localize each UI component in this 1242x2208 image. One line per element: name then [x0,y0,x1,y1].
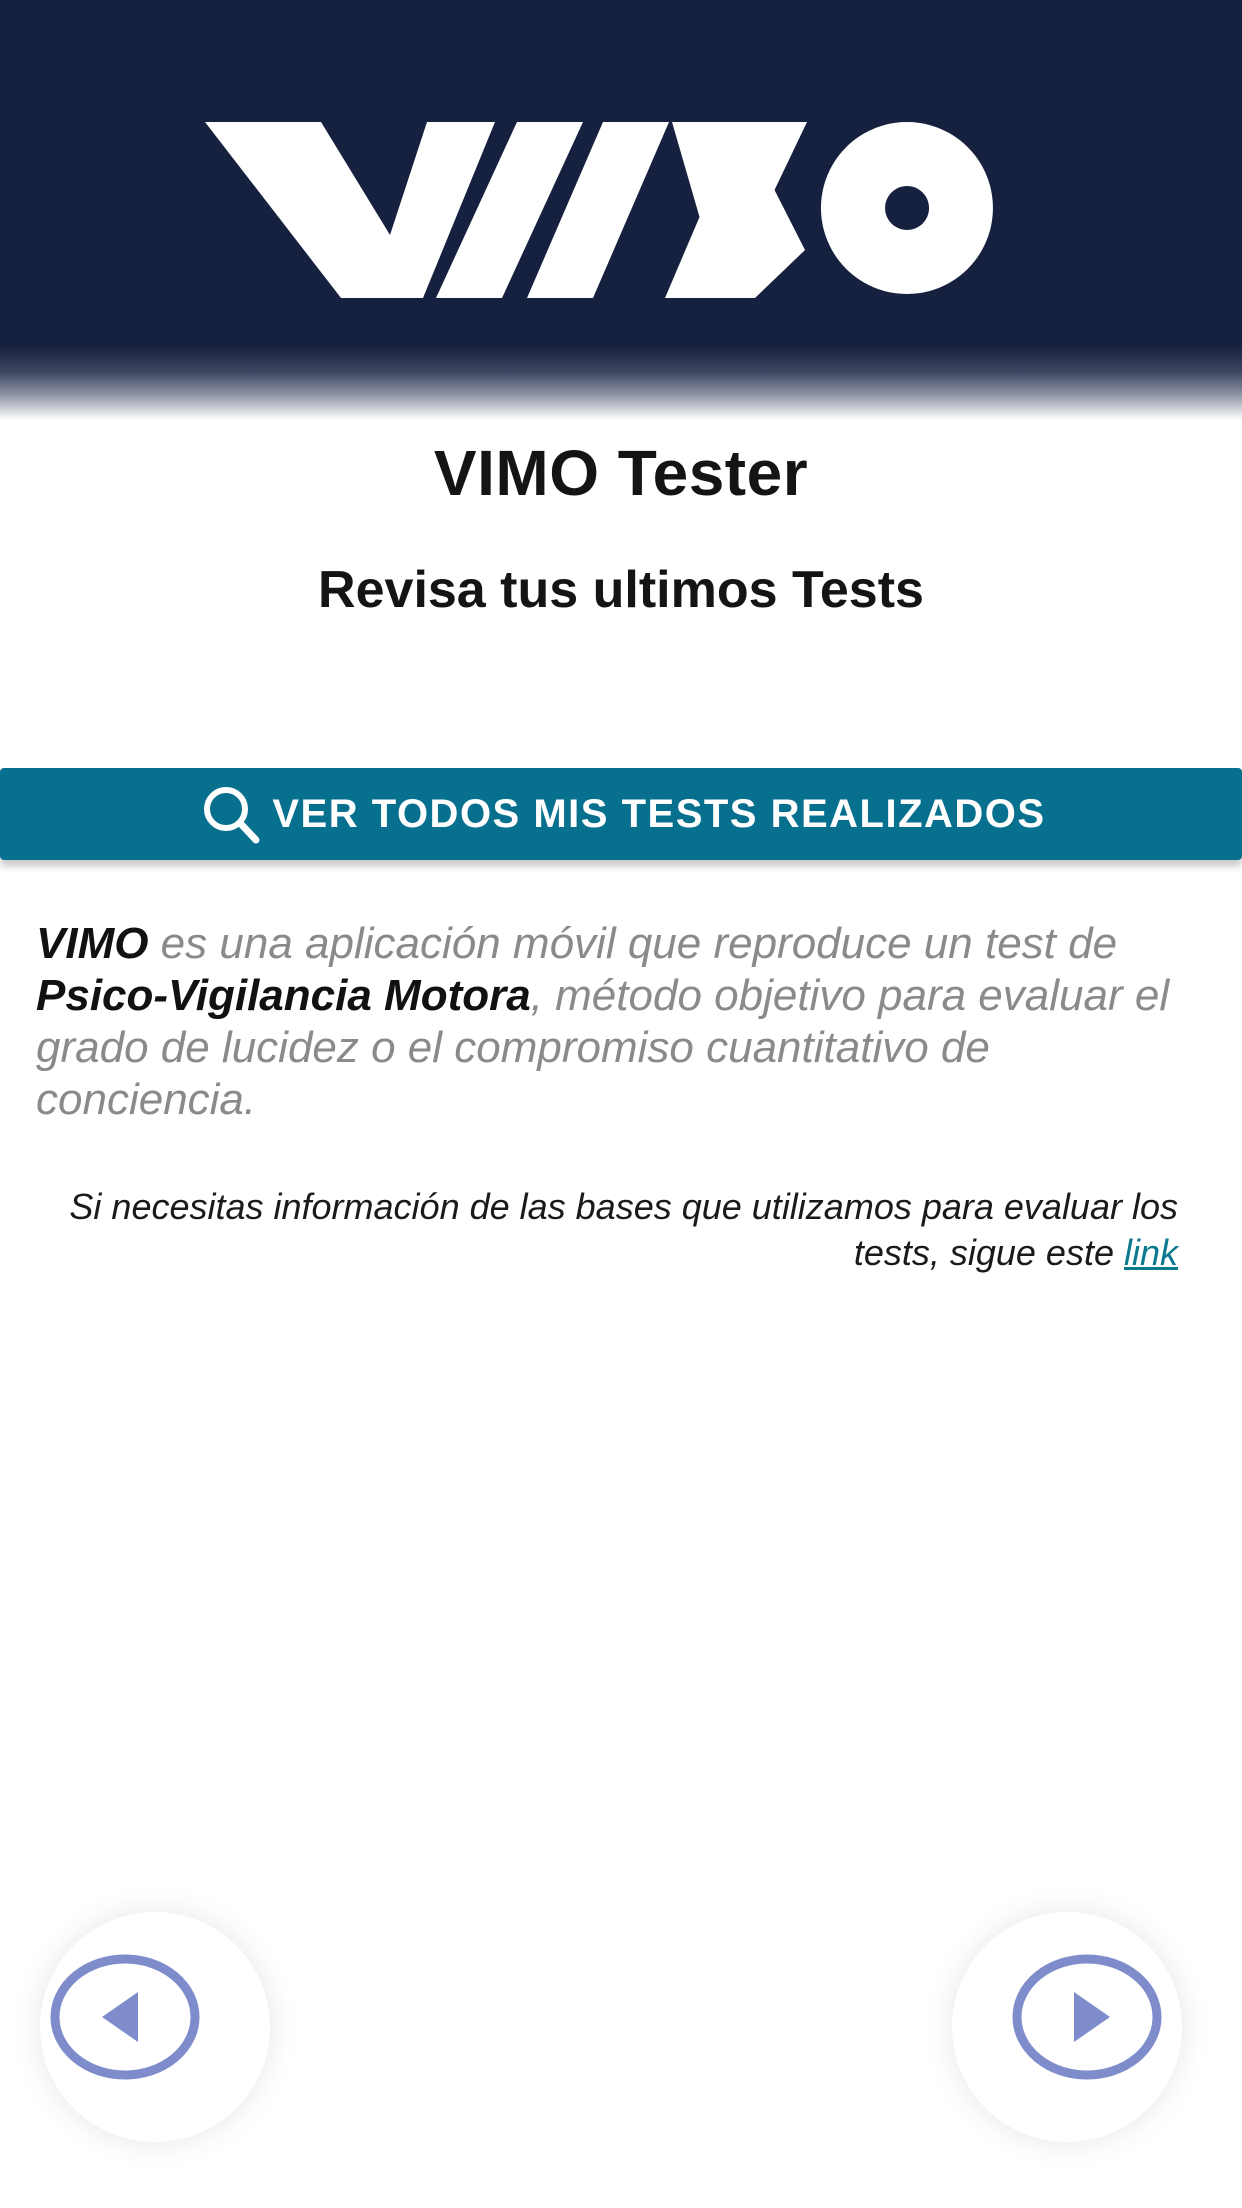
vimo-logo [205,122,993,298]
view-all-tests-label: VER TODOS MIS TESTS REALIZADOS [272,791,1046,836]
info-link[interactable]: link [1124,1232,1178,1273]
page-title: VIMO Tester [433,437,809,509]
description-text-1: es una aplicación móvil que reproduce un… [148,919,1118,968]
app-description: VIMO es una aplicación móvil que reprodu… [36,918,1216,1126]
info-text-body: Si necesitas información de las bases qu… [69,1186,1178,1273]
view-all-tests-button[interactable]: VER TODOS MIS TESTS REALIZADOS [0,768,1242,860]
arrow-left-circle-icon [50,1954,200,2080]
description-test-name: Psico-Vigilancia Motora [36,971,531,1020]
arrow-right-circle-icon [1012,1954,1162,2080]
search-icon [204,787,260,844]
page-subtitle: Revisa tus ultimos Tests [318,561,924,619]
next-button[interactable] [952,1912,1182,2142]
info-text: Si necesitas información de las bases qu… [40,1184,1178,1276]
previous-button[interactable] [40,1912,270,2142]
description-app-name: VIMO [36,919,149,968]
app-header [0,0,1242,420]
